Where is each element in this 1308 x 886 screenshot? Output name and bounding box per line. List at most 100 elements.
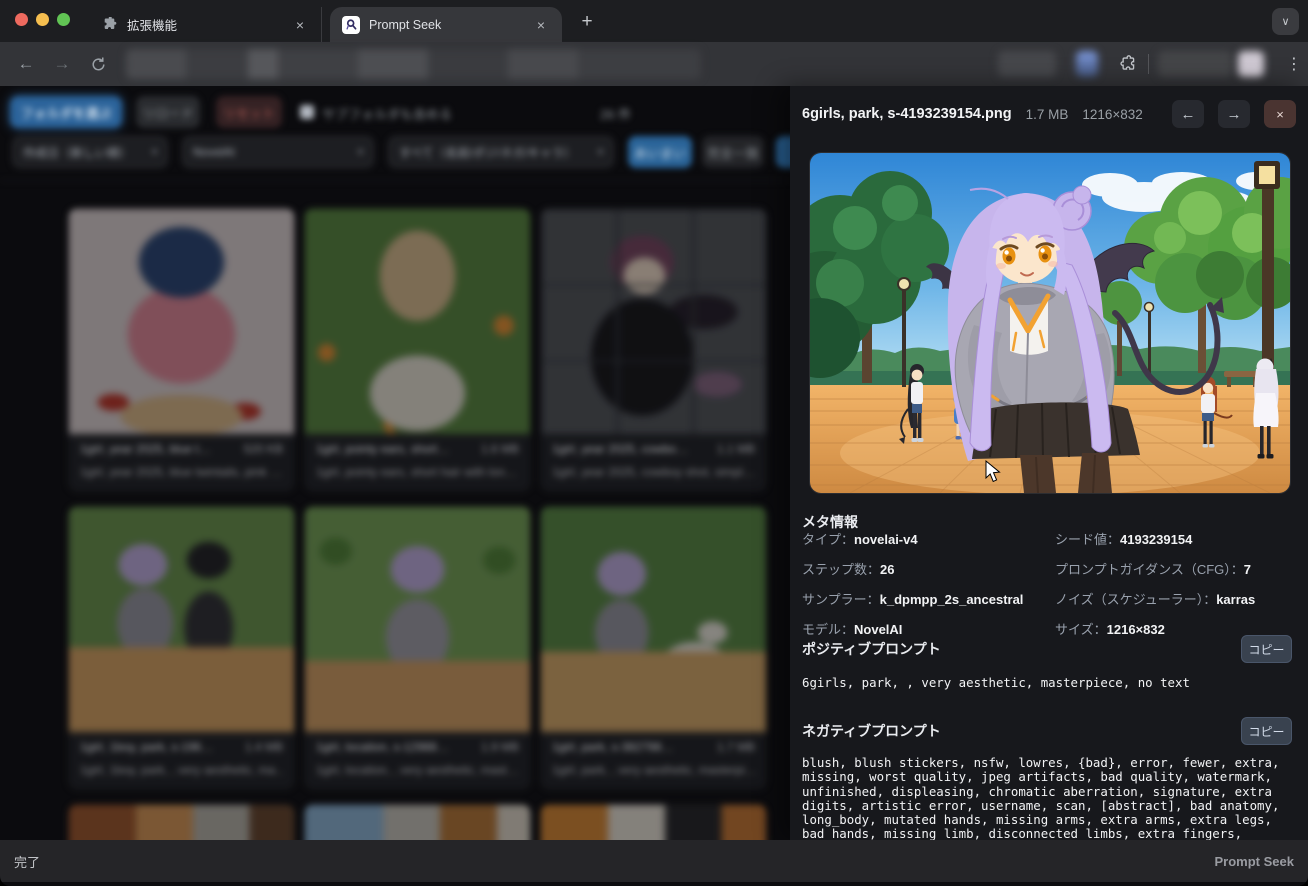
gallery-card[interactable] (304, 804, 531, 840)
extensions-puzzle-icon[interactable] (1114, 50, 1142, 78)
chevron-down-icon: ▾ (357, 146, 363, 158)
card-filesize: 520 KB (243, 442, 283, 456)
card-prompt-preview: 1girl, year 2025, blue twintails, pink … (80, 465, 283, 479)
profile-name-redacted[interactable] (1158, 51, 1232, 77)
meta-item: モデル：NovelAI (802, 622, 903, 637)
thumbnail-image (68, 208, 295, 434)
gallery-card[interactable]: 1girl, year 2025, blue t… 520 KB 1girl, y… (68, 208, 295, 492)
prompt-seek-favicon-icon (342, 15, 360, 34)
tab-strip: 拡張機能 × Prompt Seek × + ∨ (0, 0, 1308, 42)
gallery-card[interactable]: 1girl, pointy ears, short… 1.6 MB 1girl, … (304, 208, 531, 492)
meta-grid: タイプ：novelai-v4 シード値：4193239154 ステップ数：26 … (802, 529, 1296, 638)
macos-zoom-button[interactable] (57, 13, 70, 26)
tab-close-icon[interactable]: × (532, 16, 550, 34)
card-filename: 1girl, year 2025, cowbo… (552, 442, 689, 456)
panel-filename: 6girls, park, s-4193239154.png (802, 106, 1012, 122)
toolbar-separator (0, 180, 790, 181)
meta-item: ノイズ（スケジューラー）：karras (1055, 592, 1256, 607)
profile-avatar[interactable] (1238, 51, 1264, 77)
meta-item: ステップ数：26 (802, 562, 895, 577)
browser-toolbar: ← → ⋮ (0, 42, 1308, 86)
tab-prompt-seek[interactable]: Prompt Seek × (330, 7, 562, 42)
preview-image[interactable] (809, 152, 1291, 494)
meta-item: シード値：4193239154 (1055, 532, 1193, 547)
gallery-card[interactable]: 1girl, location, s-12988… 1.9 MB 1girl, l… (304, 506, 531, 790)
forward-icon[interactable]: → (48, 50, 76, 78)
thumbnail-image (540, 804, 767, 840)
card-prompt-preview: 1girl, year 2025, cowboy shot, simpl… (552, 465, 755, 479)
preview-illustration (810, 153, 1290, 493)
pinned-extension-icon[interactable] (1076, 51, 1098, 77)
sort-dropdown[interactable]: 作成日（新しい順） ▾ (12, 136, 168, 168)
clipped-blue-button[interactable] (776, 136, 790, 168)
sort-dropdown-value: 作成日（新しい順） (23, 145, 132, 160)
negative-prompt-heading: ネガティブプロンプト (802, 723, 941, 739)
chevron-down-icon: ▾ (151, 146, 157, 158)
card-filename: 1girl, year 2025, blue t… (80, 442, 211, 456)
close-panel-button[interactable]: × (1264, 100, 1296, 128)
thumbnail-image (540, 506, 767, 732)
negative-prompt-text: blush, blush stickers, nsfw, lowres, {ba… (802, 756, 1280, 840)
card-prompt-preview: 1girl, park, , very aesthetic, masterpi… (552, 763, 755, 777)
meta-item: サンプラー：k_dpmpp_2s_ancestral (802, 592, 1024, 607)
puzzle-favicon-icon (100, 16, 118, 34)
positive-prompt-heading: ポジティブプロンプト (802, 641, 941, 657)
thumbnail-image (304, 804, 531, 840)
next-image-button[interactable]: → (1218, 100, 1250, 128)
thumbnail-image (540, 208, 767, 434)
card-filesize: 1.7 MB (716, 740, 755, 754)
choose-folder-button[interactable]: フォルダを選ぶ (10, 96, 122, 128)
card-prompt-preview: 1girl, 1boy, park, , very aesthetic, ma… (80, 763, 283, 777)
gallery-background: フォルダを選ぶ リロード リセット サブフォルダも含める 26 件 作成日（新し… (0, 86, 790, 840)
positive-prompt-text: 6girls, park, , very aesthetic, masterpi… (802, 675, 1190, 690)
new-tab-button[interactable]: + (574, 9, 600, 35)
thumbnail-image (304, 208, 531, 434)
address-bar-redacted[interactable] (126, 49, 701, 79)
reload-button[interactable]: リロード (136, 96, 200, 128)
card-prompt-preview: 1girl, location, , very aesthetic, mast… (316, 763, 519, 777)
subfolder-checkbox-label: サブフォルダも含める (322, 107, 453, 122)
browser-window: 拡張機能 × Prompt Seek × + ∨ ← → ⋮ フォルダを選ぶ リ… (0, 0, 1308, 886)
chrome-menu-icon[interactable]: ⋮ (1280, 50, 1308, 78)
tab-close-icon[interactable]: × (291, 16, 309, 34)
gallery-card[interactable]: 1girl, park, s-382798… 1.7 MB 1girl, park… (540, 506, 767, 790)
card-filename: 1girl, park, s-382798… (552, 740, 674, 754)
tab-title: 拡張機能 (127, 19, 178, 33)
search-scope-dropdown[interactable]: すべて（名前/ポジ/ネガ/キャラ） ▾ (388, 136, 614, 168)
tab-title: Prompt Seek (369, 17, 442, 32)
panel-dimensions: 1216×832 (1082, 106, 1143, 122)
meta-item: プロンプトガイダンス（CFG）：7 (1055, 562, 1252, 577)
meta-item: タイプ：novelai-v4 (802, 532, 918, 547)
gallery-card[interactable] (68, 804, 295, 840)
detail-panel: 6girls, park, s-4193239154.png 1.7 MB 12… (790, 86, 1308, 840)
fuzzy-match-button[interactable]: あいまい (628, 136, 692, 168)
status-bar: 完了 Prompt Seek (0, 840, 1308, 882)
gallery-card[interactable]: 1girl, year 2025, cowbo… 1.1 MB 1girl, ye… (540, 208, 767, 492)
exact-match-button[interactable]: 完全一致 (702, 136, 764, 168)
prev-image-button[interactable]: ← (1172, 100, 1204, 128)
card-filesize: 1.4 MB (244, 740, 283, 754)
card-filename: 1girl, 1boy, park, s-196… (80, 740, 214, 754)
tab-extensions[interactable]: 拡張機能 × (88, 7, 322, 42)
thumbnail-image (68, 804, 295, 840)
reset-button[interactable]: リセット (216, 96, 282, 128)
macos-minimize-button[interactable] (36, 13, 49, 26)
gallery-card[interactable] (540, 804, 767, 840)
copy-negative-button[interactable]: コピー (1241, 717, 1292, 745)
gallery-card[interactable]: 1girl, 1boy, park, s-196… 1.4 MB 1girl, 1… (68, 506, 295, 790)
toolbar-extension-redacted[interactable] (998, 51, 1056, 77)
macos-close-button[interactable] (15, 13, 28, 26)
card-filesize: 1.1 MB (716, 442, 755, 456)
reload-icon[interactable] (84, 50, 112, 78)
panel-header: 6girls, park, s-4193239154.png 1.7 MB 12… (802, 99, 1296, 129)
subfolder-checkbox[interactable] (300, 105, 314, 119)
thumbnail-image (304, 506, 531, 732)
back-icon[interactable]: ← (12, 50, 40, 78)
model-dropdown[interactable]: NovelAI ▾ (182, 136, 374, 168)
copy-positive-button[interactable]: コピー (1241, 635, 1292, 663)
scope-dropdown-value: すべて（名前/ポジ/ネガ/キャラ） (399, 145, 576, 160)
tab-search-button[interactable]: ∨ (1272, 8, 1299, 35)
card-filesize: 1.9 MB (480, 740, 519, 754)
card-filesize: 1.6 MB (480, 442, 519, 456)
result-count: 26 件 (600, 107, 632, 122)
